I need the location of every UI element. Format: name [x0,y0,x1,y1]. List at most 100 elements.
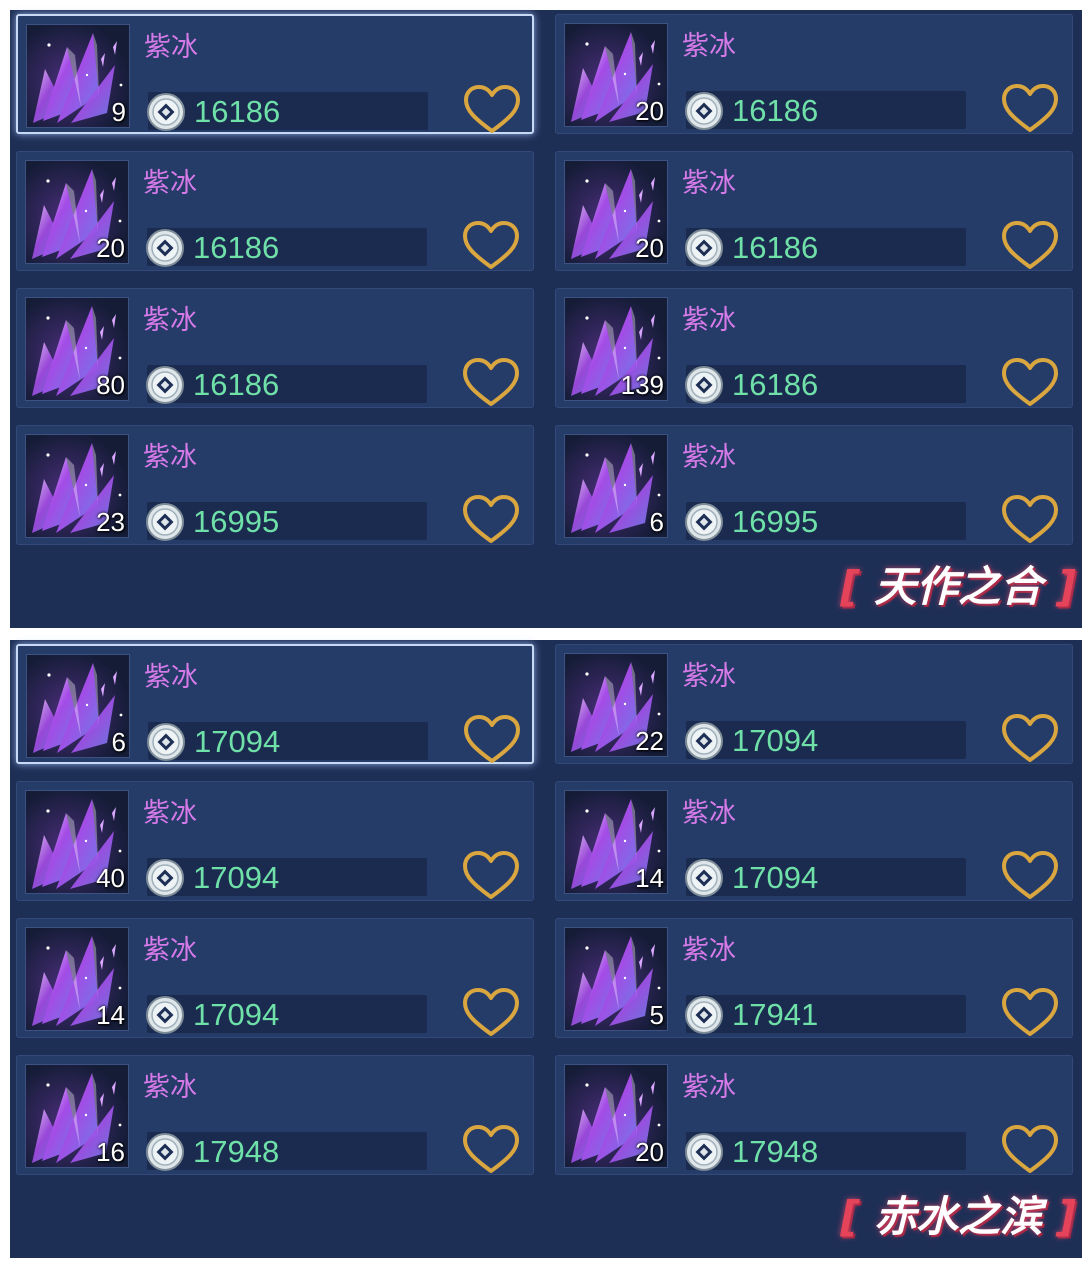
item-thumbnail: 20 [564,23,668,127]
item-thumbnail: 23 [25,434,129,538]
item-price: 16995 [193,504,280,539]
silver-coin-icon [146,859,184,897]
listing-card[interactable]: 20 紫冰 17948 [555,1055,1073,1175]
item-quantity: 14 [635,863,664,893]
listing-card[interactable]: 20 紫冰 16186 [555,14,1073,134]
price-bar [686,91,966,129]
item-quantity: 20 [635,1137,664,1167]
heart-outline-icon[interactable] [461,220,521,272]
item-price: 17948 [193,1134,280,1169]
heart-outline-icon[interactable] [1000,713,1060,765]
heart-outline-icon[interactable] [461,987,521,1039]
item-quantity: 9 [111,97,126,127]
item-name: 紫冰 [143,168,197,199]
item-quantity: 6 [111,727,126,757]
silver-coin-icon [685,859,723,897]
item-name: 紫冰 [144,662,198,693]
item-price: 17941 [732,997,819,1032]
price-bar [147,995,427,1033]
silver-coin-icon [147,93,185,131]
item-quantity: 139 [620,370,664,400]
item-price: 16186 [194,94,281,129]
heart-outline-icon[interactable] [1000,850,1060,902]
heart-outline-icon[interactable] [1000,494,1060,546]
listing-card[interactable]: 14 紫冰 17094 [16,918,534,1038]
item-quantity: 5 [649,1000,664,1030]
listing-card[interactable]: 9 紫冰 16186 [16,14,534,134]
listing-card[interactable]: 14 紫冰 17094 [555,781,1073,901]
listing-card[interactable]: 20 紫冰 16186 [555,151,1073,271]
item-quantity: 20 [96,233,125,263]
item-name: 紫冰 [143,305,197,336]
heart-outline-icon[interactable] [1000,357,1060,409]
listing-card[interactable]: 20 紫冰 16186 [16,151,534,271]
listing-card[interactable]: 16 紫冰 17948 [16,1055,534,1175]
item-name: 紫冰 [682,661,736,692]
item-price: 17094 [732,723,819,758]
heart-outline-icon[interactable] [461,1124,521,1176]
listing-panel-1: 9 紫冰 16186 20 紫冰 16186 20 紫冰 16186 20 紫冰… [10,10,1082,628]
heart-outline-icon[interactable] [1000,987,1060,1039]
price-bar [686,1132,966,1170]
heart-outline-icon[interactable] [461,357,521,409]
item-thumbnail: 14 [564,790,668,894]
item-thumbnail: 16 [25,1064,129,1168]
price-bar [148,722,428,760]
price-bar [147,858,427,896]
item-thumbnail: 20 [564,1064,668,1168]
item-name: 紫冰 [144,32,198,63]
item-thumbnail: 139 [564,297,668,401]
item-price: 16995 [732,504,819,539]
heart-outline-icon[interactable] [1000,1124,1060,1176]
item-price: 17094 [193,860,280,895]
price-bar [686,995,966,1033]
listing-card[interactable]: 5 紫冰 17941 [555,918,1073,1038]
heart-outline-icon[interactable] [1000,83,1060,135]
item-name: 紫冰 [682,168,736,199]
item-quantity: 80 [96,370,125,400]
item-thumbnail: 6 [564,434,668,538]
item-quantity: 40 [96,863,125,893]
item-quantity: 20 [635,96,664,126]
listing-card[interactable]: 22 紫冰 17094 [555,644,1073,764]
price-bar [147,228,427,266]
item-name: 紫冰 [143,935,197,966]
listing-card[interactable]: 6 紫冰 17094 [16,644,534,764]
price-bar [148,92,428,130]
silver-coin-icon [147,723,185,761]
item-name: 紫冰 [682,442,736,473]
listing-card[interactable]: 40 紫冰 17094 [16,781,534,901]
item-name: 紫冰 [143,1072,197,1103]
heart-outline-icon[interactable] [461,494,521,546]
item-price: 17094 [732,860,819,895]
silver-coin-icon [685,1133,723,1171]
silver-coin-icon [685,503,723,541]
item-thumbnail: 22 [564,653,668,757]
item-quantity: 14 [96,1000,125,1030]
listing-card[interactable]: 23 紫冰 16995 [16,425,534,545]
item-quantity: 23 [96,507,125,537]
item-name: 紫冰 [143,798,197,829]
listing-card[interactable]: 139 紫冰 16186 [555,288,1073,408]
silver-coin-icon [685,229,723,267]
price-bar [686,721,966,759]
item-thumbnail: 80 [25,297,129,401]
server-tag: [ 赤水之滨 ] [840,1192,1076,1241]
heart-outline-icon[interactable] [462,714,522,766]
item-price: 16186 [193,230,280,265]
heart-outline-icon[interactable] [461,850,521,902]
listing-card[interactable]: 6 紫冰 16995 [555,425,1073,545]
item-thumbnail: 9 [26,24,130,128]
item-price: 16186 [732,93,819,128]
silver-coin-icon [685,722,723,760]
price-bar [686,502,966,540]
heart-outline-icon[interactable] [462,84,522,136]
item-quantity: 6 [649,507,664,537]
silver-coin-icon [685,366,723,404]
silver-coin-icon [146,996,184,1034]
item-thumbnail: 20 [25,160,129,264]
silver-coin-icon [685,996,723,1034]
item-thumbnail: 14 [25,927,129,1031]
heart-outline-icon[interactable] [1000,220,1060,272]
listing-card[interactable]: 80 紫冰 16186 [16,288,534,408]
